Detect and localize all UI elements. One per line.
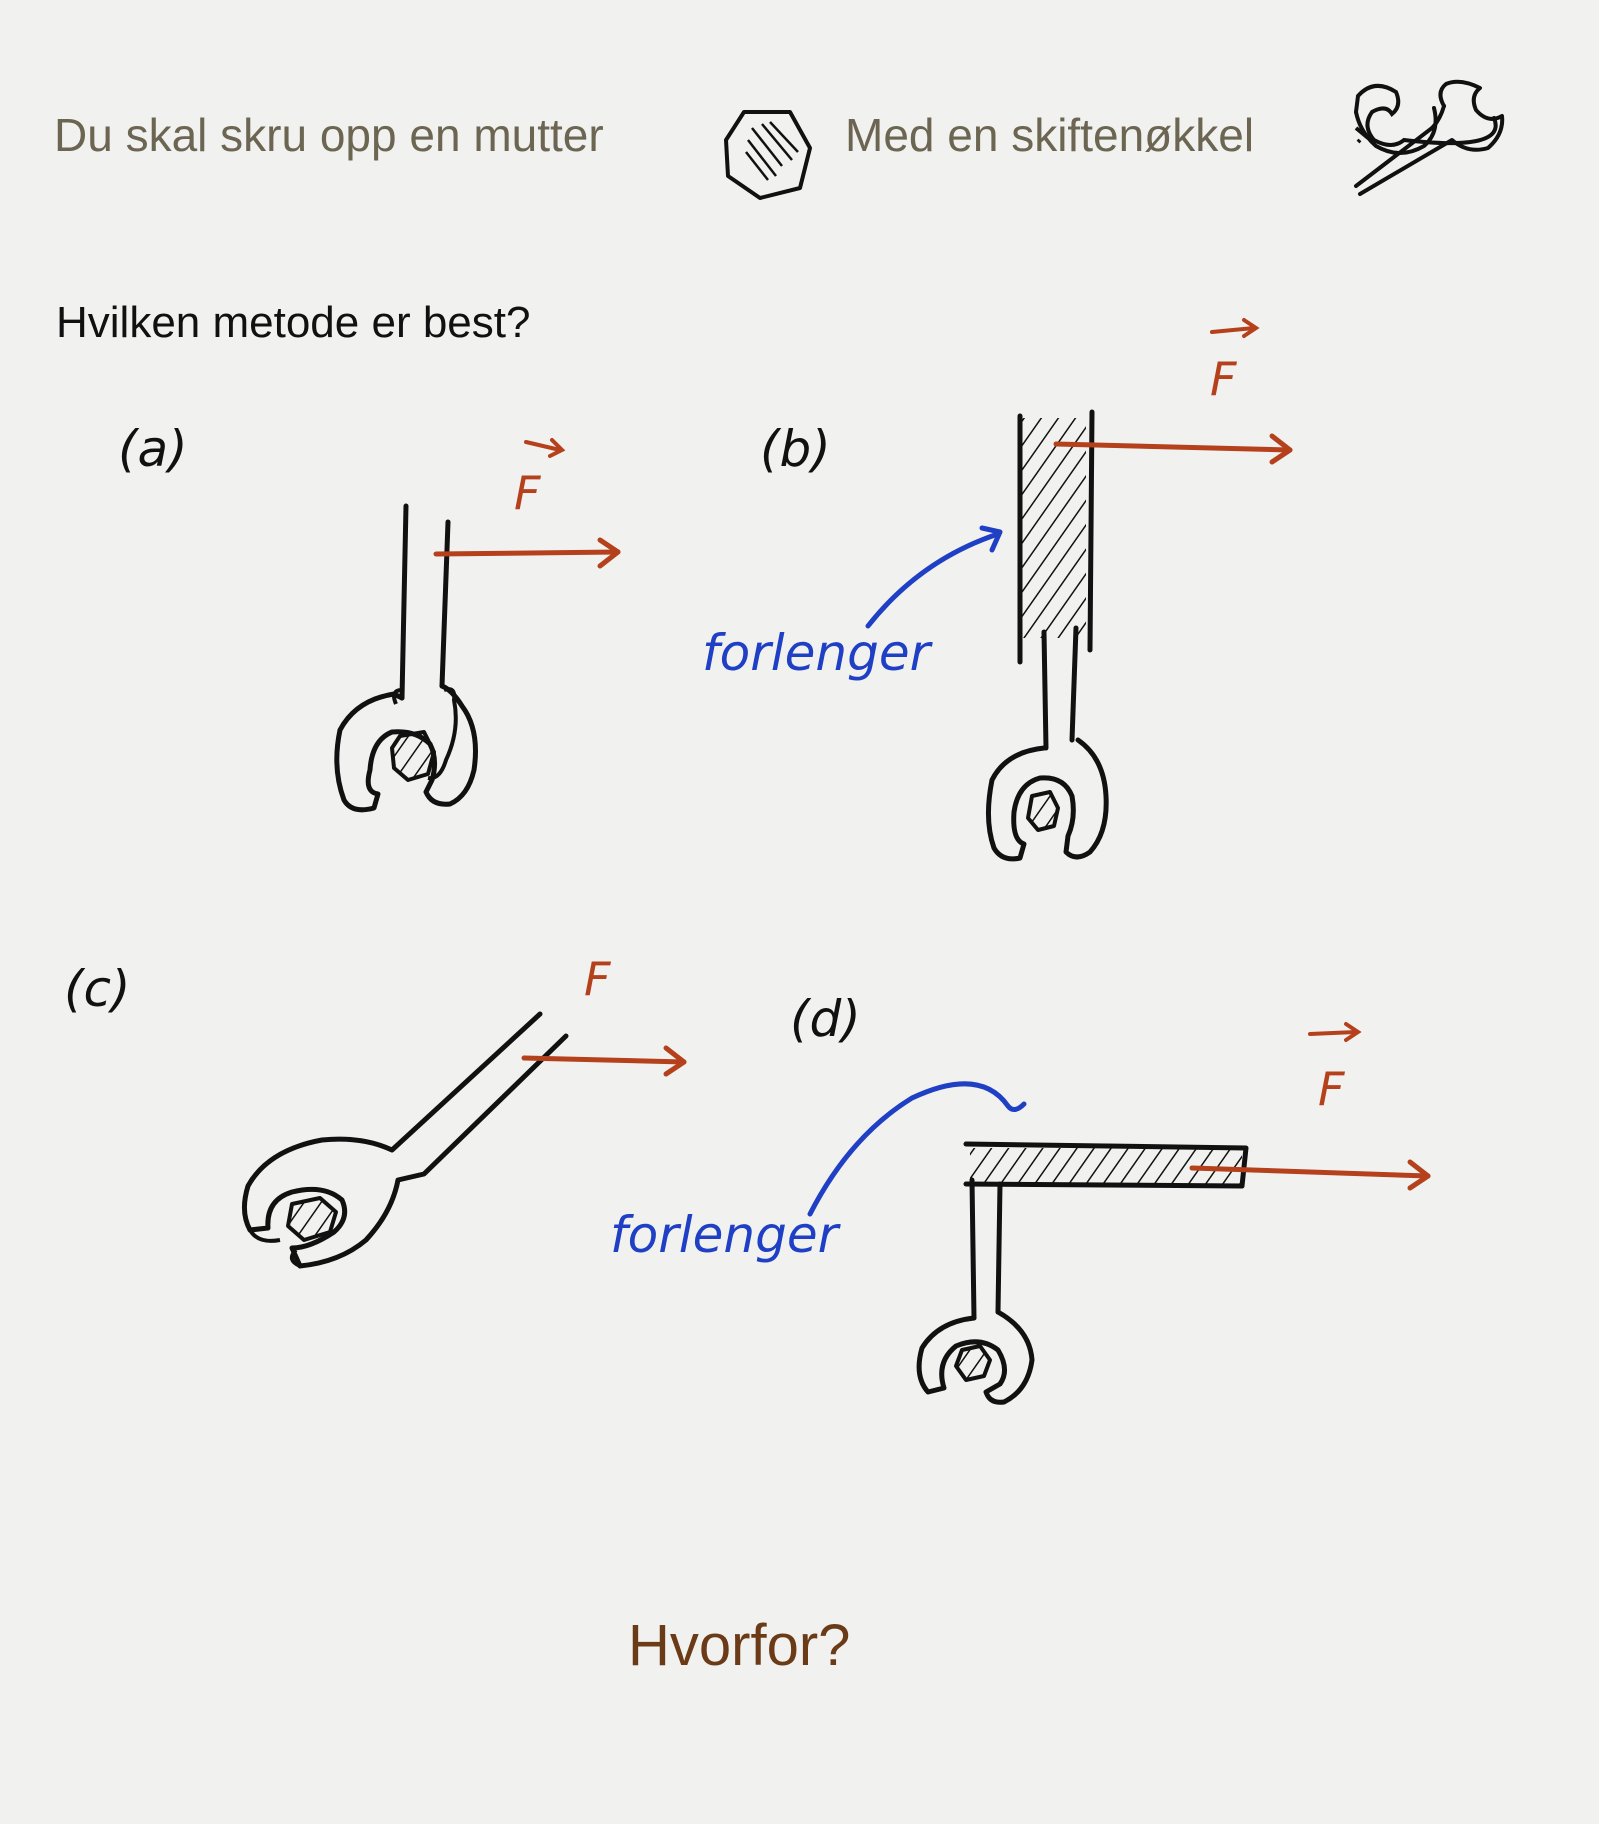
method-d-extension [963, 1141, 1249, 1189]
method-b-nut [1026, 790, 1060, 832]
method-c-nut [286, 1196, 338, 1242]
method-b-extension-arrow [865, 525, 1003, 629]
nut-icon [724, 110, 812, 200]
method-d-nut [954, 1344, 992, 1382]
diagram-drawing [242, 79, 1505, 1405]
method-b-extension [1017, 409, 1095, 665]
method-a-nut [390, 730, 436, 782]
method-a-force-arrow [433, 438, 621, 569]
